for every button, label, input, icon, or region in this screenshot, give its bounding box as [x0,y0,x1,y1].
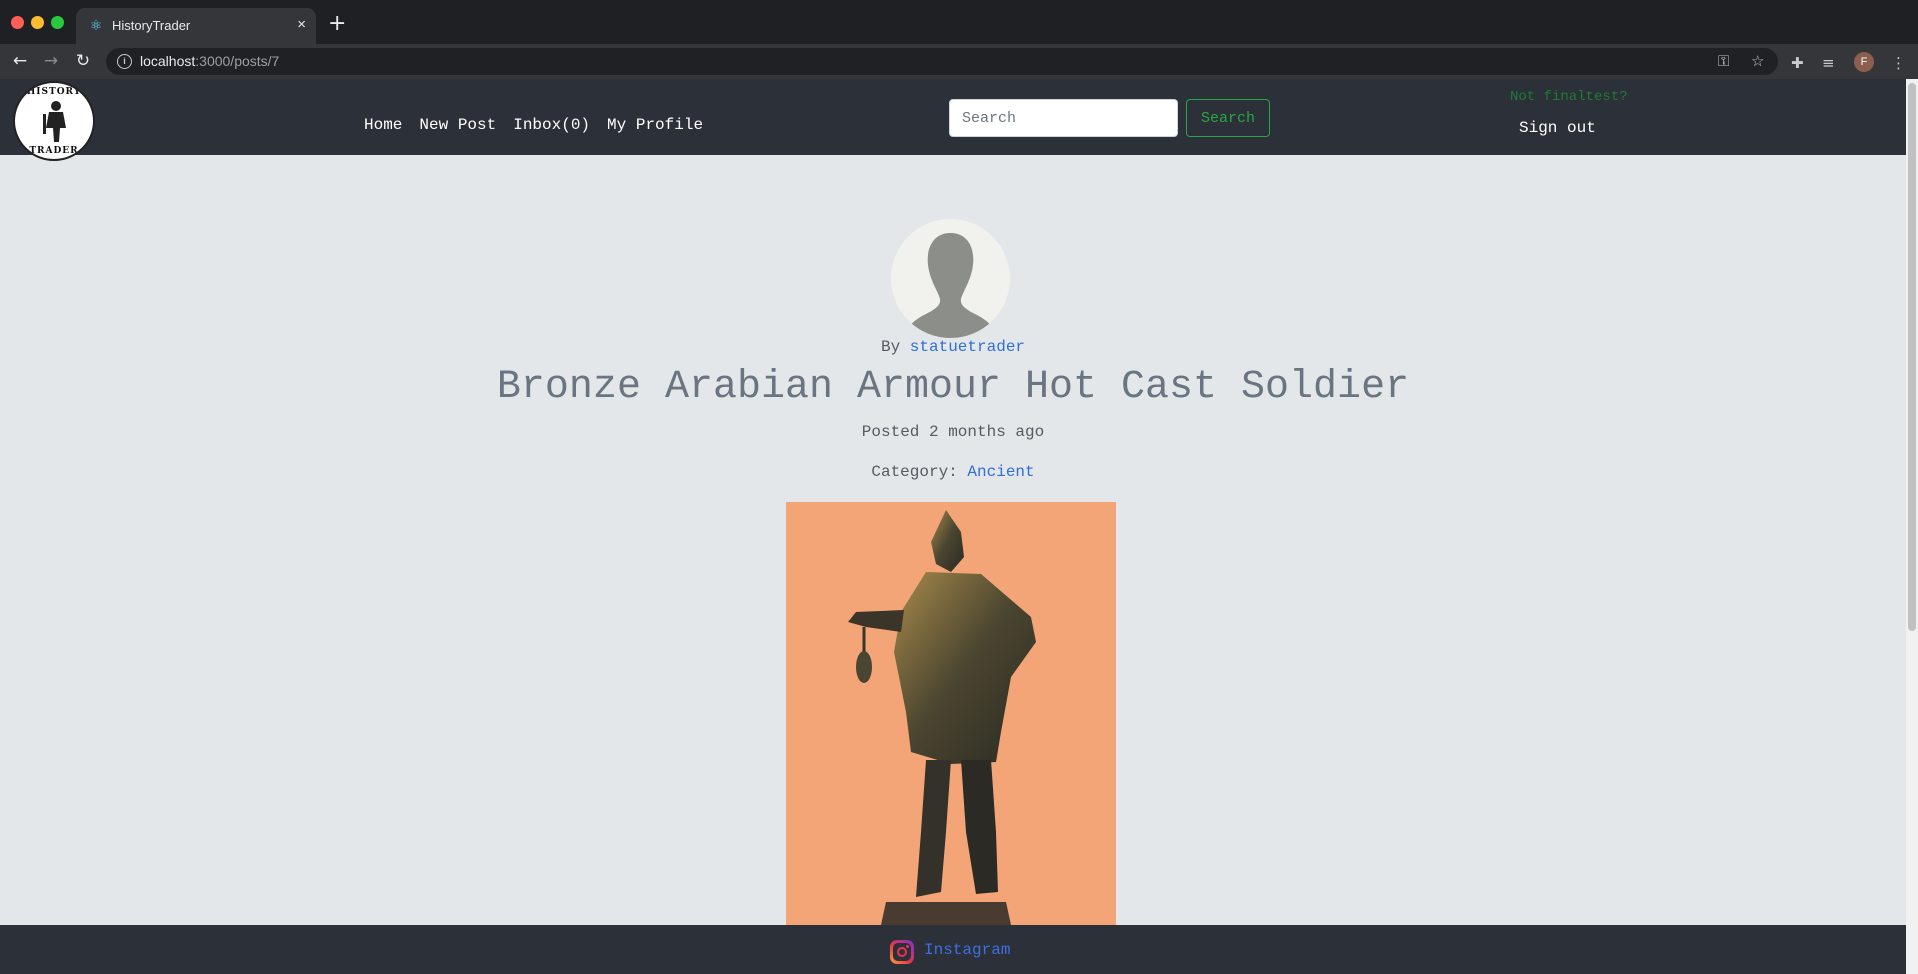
soldier-logo-icon [43,101,66,142]
browser-tab[interactable]: ⚛ HistoryTrader × [76,8,316,44]
post-image [786,502,1116,925]
post-title: Bronze Arabian Armour Hot Cast Soldier [496,365,1410,410]
forward-arrow-icon[interactable]: → [40,50,62,72]
browser-profile-avatar[interactable]: F [1854,52,1874,72]
tab-title: HistoryTrader [112,18,191,33]
author-line: By statuetrader [0,338,1906,356]
posted-time: Posted 2 months ago [861,423,1045,441]
author-avatar[interactable] [891,219,1010,338]
tab-close-icon[interactable]: × [297,16,306,33]
info-icon[interactable]: i [117,54,132,69]
minimize-window-button[interactable] [31,16,44,29]
close-window-button[interactable] [11,16,24,29]
media-queue-icon[interactable]: ≡ [1822,54,1835,72]
search-button[interactable]: Search [1186,99,1270,137]
nav-my-profile-link[interactable]: My Profile [607,116,703,134]
post-detail: By statuetrader Bronze Arabian Armour Ho… [0,155,1906,925]
author-link[interactable]: statuetrader [910,338,1025,356]
react-icon: ⚛ [89,17,103,33]
new-tab-button[interactable]: + [328,12,346,36]
back-arrow-icon[interactable]: ← [9,50,31,72]
category-label: Category: [871,463,958,481]
logo-top-text: HISTORY [26,87,82,97]
sign-out-link[interactable]: Sign out [1519,119,1596,137]
star-icon[interactable]: ☆ [1751,52,1764,70]
site-logo[interactable]: HISTORY TRADER [13,81,95,161]
instagram-icon[interactable] [890,940,914,964]
url-text[interactable]: localhost:3000/posts/7 [140,53,279,69]
instagram-link[interactable]: Instagram [924,941,1010,959]
browser-toolbar: ← → ↻ i localhost:3000/posts/7 ⚿ ☆ ✚ ≡ F… [0,44,1918,79]
nav-new-post-link[interactable]: New Post [419,116,496,134]
key-icon[interactable]: ⚿ [1718,52,1729,70]
search-input[interactable] [949,99,1178,137]
nav-links: Home New Post Inbox(0) My Profile [364,116,703,134]
app-navbar: HISTORY TRADER Home New Post Inbox(0) My… [0,79,1906,161]
bronze-soldier-statue-image [848,510,1036,925]
address-bar[interactable]: i localhost:3000/posts/7 ⚿ ☆ [106,48,1778,75]
maximize-window-button[interactable] [51,16,64,29]
browser-tab-strip: ⚛ HistoryTrader × + [0,0,1918,44]
page-scrollbar[interactable] [1906,79,1918,974]
footer: Instagram [0,925,1906,974]
default-avatar-icon [904,233,997,338]
not-user-link[interactable]: Not finaltest? [1510,89,1628,105]
menu-dots-icon[interactable]: ⋮ [1891,54,1906,72]
by-prefix: By [880,338,901,356]
nav-home-link[interactable]: Home [364,116,402,134]
scrollbar-thumb[interactable] [1908,83,1916,631]
reload-icon[interactable]: ↻ [72,50,94,72]
puzzle-icon[interactable]: ✚ [1791,54,1804,72]
nav-inbox-link[interactable]: Inbox(0) [513,116,590,134]
category-line: Category: Ancient [0,463,1906,481]
category-link[interactable]: Ancient [967,463,1034,481]
